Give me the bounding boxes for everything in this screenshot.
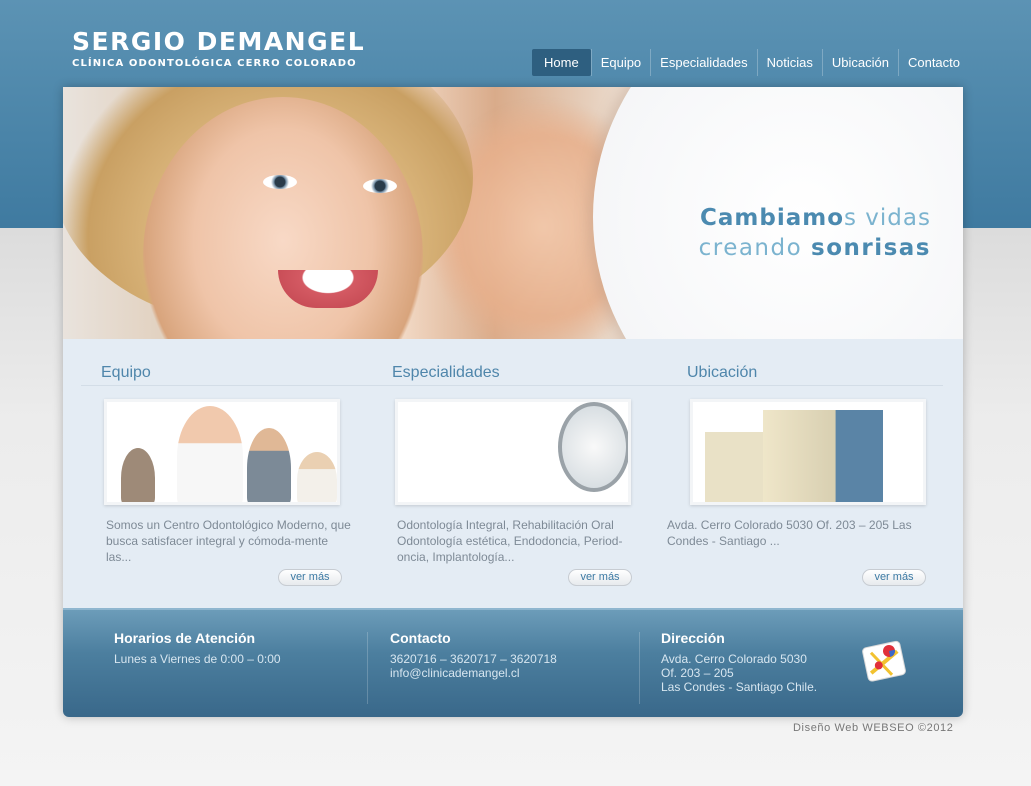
column-equipo: Equipo Somos un Centro Odontológico Mode… (81, 349, 351, 586)
nav-equipo[interactable]: Equipo (590, 49, 650, 76)
footer-hours-text: Lunes a Viernes de 0:00 – 0:00 (114, 652, 281, 666)
column-especialidades: Especialidades Odontología Integral, Reh… (372, 349, 632, 586)
team-image[interactable] (104, 399, 340, 505)
ver-mas-ubicacion-button[interactable]: ver más (862, 569, 926, 586)
footer-address-line: Of. 203 – 205 (661, 666, 734, 680)
column-title: Equipo (101, 364, 151, 381)
site-credit[interactable]: Diseño Web WEBSEO ©2012 (793, 722, 954, 734)
hero-eye-left (263, 175, 297, 189)
site-logo[interactable]: SERGIO DEMANGEL CLÍNICA ODONTOLÓGICA CER… (72, 27, 366, 70)
nav-home[interactable]: Home (532, 49, 591, 76)
footer-address-line: Las Condes - Santiago Chile. (661, 680, 818, 694)
footer-email[interactable]: info@clinicademangel.cl (390, 666, 557, 680)
column-description: Avda. Cerro Colorado 5030 Of. 203 – 205 … (667, 518, 912, 548)
team-figure (177, 406, 243, 502)
logo-subtitle: CLÍNICA ODONTOLÓGICA CERRO COLORADO (72, 58, 357, 69)
nav-especialidades[interactable]: Especialidades (650, 49, 756, 76)
ver-mas-especialidades-button[interactable]: ver más (568, 569, 632, 586)
footer-hours-title: Horarios de Atención (114, 630, 256, 646)
footer-contact: Contacto 3620716 – 3620717 – 3620718 inf… (390, 630, 557, 680)
column-description: Somos un Centro Odontológico Moderno, qu… (106, 518, 351, 564)
footer-divider (367, 632, 368, 704)
column-description: Odontología Integral, Rehabilitación Ora… (397, 518, 623, 564)
footer-address-line: Avda. Cerro Colorado 5030 (661, 652, 807, 666)
footer-phones: 3620716 – 3620717 – 3620718 (390, 652, 557, 666)
nav-contacto[interactable]: Contacto (897, 49, 969, 76)
team-figure (121, 448, 155, 502)
smile-image[interactable] (395, 399, 631, 505)
team-figure (247, 428, 291, 502)
column-title: Especialidades (392, 364, 500, 381)
main-nav: Home Equipo Especialidades Noticias Ubic… (532, 49, 969, 76)
tagline-part-2: s vidas (844, 205, 931, 231)
tagline-part-3: creando (698, 235, 811, 261)
content-panel: Cambiamos vidas creando sonrisas Equipo … (63, 87, 963, 717)
map-icon[interactable] (859, 636, 911, 686)
nav-noticias[interactable]: Noticias (756, 49, 822, 76)
footer-hours: Horarios de Atención Lunes a Viernes de … (114, 630, 281, 666)
column-title: Ubicación (687, 364, 758, 381)
feature-columns: Equipo Somos un Centro Odontológico Mode… (81, 349, 943, 609)
column-ubicacion: Ubicación Avda. Cerro Colorado 5030 Of. … (667, 349, 926, 586)
footer: Horarios de Atención Lunes a Viernes de … (63, 608, 963, 717)
tagline-part-4: sonrisas (811, 235, 931, 261)
hero-tagline: Cambiamos vidas creando sonrisas (699, 205, 931, 261)
hero-eye-right (363, 179, 397, 193)
dental-mirror-icon (558, 402, 628, 492)
hero-banner: Cambiamos vidas creando sonrisas (63, 87, 963, 339)
building-shape (705, 432, 765, 502)
logo-name: SERGIO DEMANGEL (72, 27, 366, 56)
tagline-part-1: Cambiamo (700, 205, 845, 231)
nav-ubicacion[interactable]: Ubicación (821, 49, 898, 76)
footer-divider (639, 632, 640, 704)
footer-address-title: Dirección (661, 630, 725, 646)
footer-contact-title: Contacto (390, 630, 451, 646)
building-shape (763, 410, 883, 502)
footer-address: Dirección Avda. Cerro Colorado 5030 Of. … (661, 630, 817, 694)
ver-mas-equipo-button[interactable]: ver más (278, 569, 342, 586)
columns-divider (81, 385, 943, 386)
building-image[interactable] (690, 399, 926, 505)
team-figure (297, 452, 337, 502)
